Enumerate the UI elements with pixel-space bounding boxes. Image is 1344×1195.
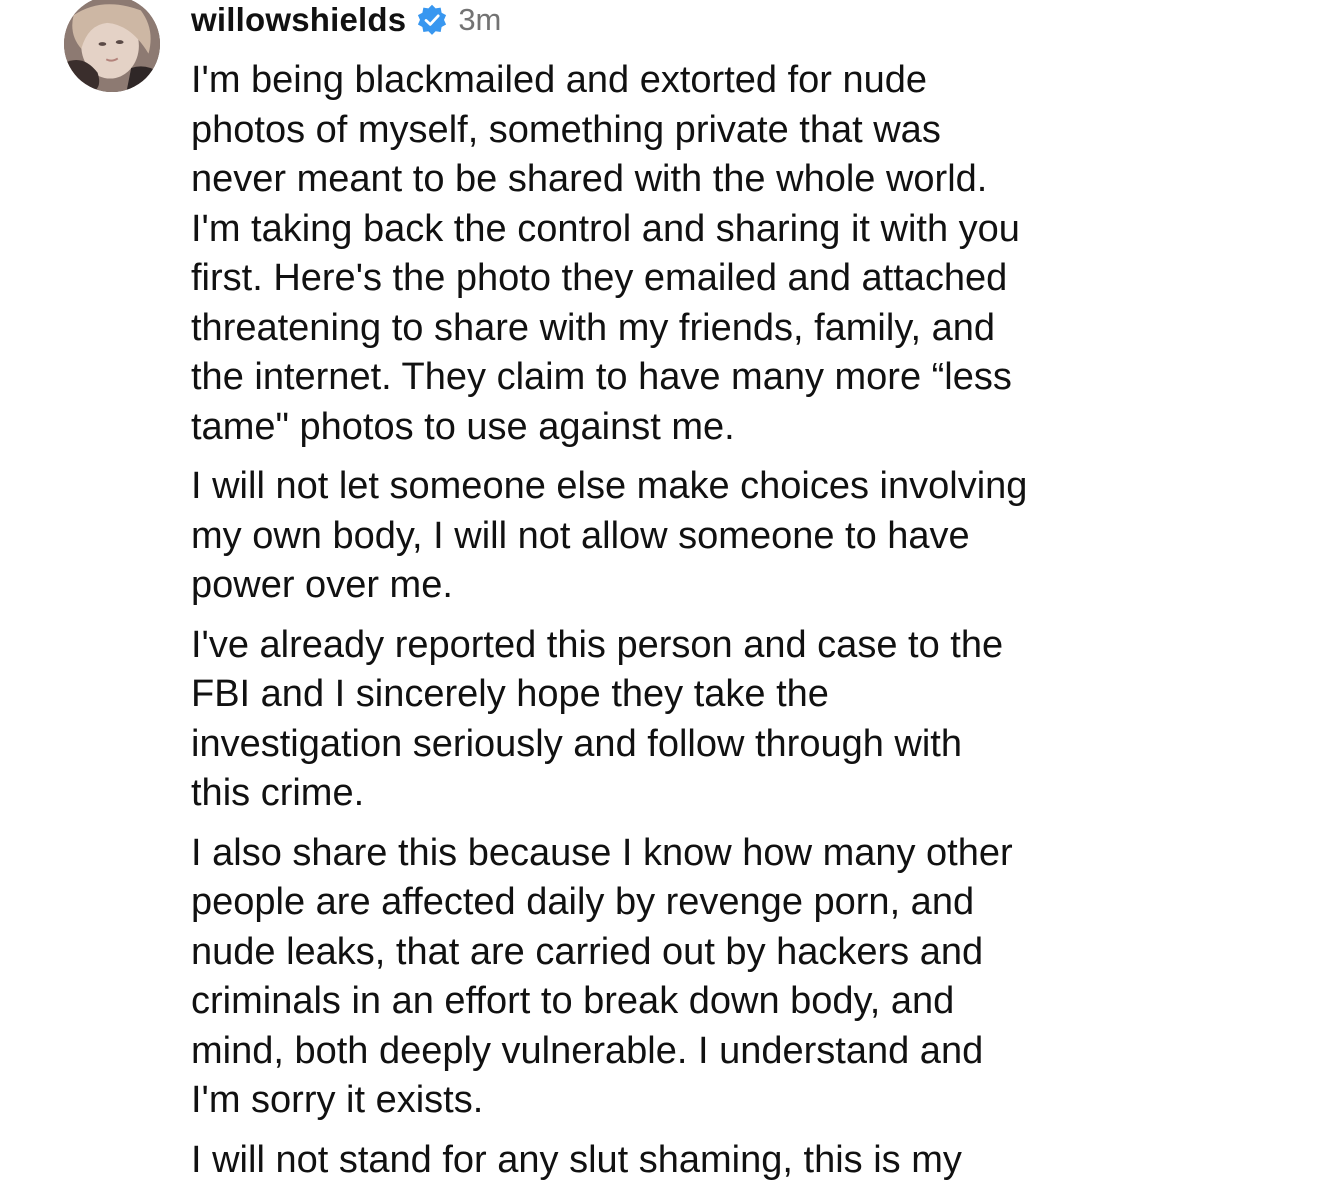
post: willowshields 3m I'm being blackmailed a… bbox=[0, 0, 1344, 1185]
caption-paragraph-3: I've already reported this person and ca… bbox=[191, 623, 1004, 815]
caption-paragraph-5: I will not stand for any slut shaming, t… bbox=[191, 1138, 962, 1181]
avatar[interactable] bbox=[64, 0, 160, 92]
username-link[interactable]: willowshields bbox=[191, 1, 406, 39]
post-caption: I'm being blackmailed and extorted for n… bbox=[191, 56, 1301, 1185]
post-timestamp: 3m bbox=[458, 2, 502, 37]
caption-paragraph-2: I will not let someone else make choices… bbox=[191, 465, 1028, 606]
post-content: willowshields 3m I'm being blackmailed a… bbox=[191, 0, 1301, 1195]
post-header: willowshields 3m bbox=[191, 0, 1301, 40]
verified-badge-icon bbox=[416, 4, 448, 36]
avatar-photo bbox=[64, 0, 160, 92]
caption-paragraph-4: I also share this because I know how man… bbox=[191, 831, 1013, 1122]
caption-paragraph-1: I'm being blackmailed and extorted for n… bbox=[191, 59, 1020, 448]
